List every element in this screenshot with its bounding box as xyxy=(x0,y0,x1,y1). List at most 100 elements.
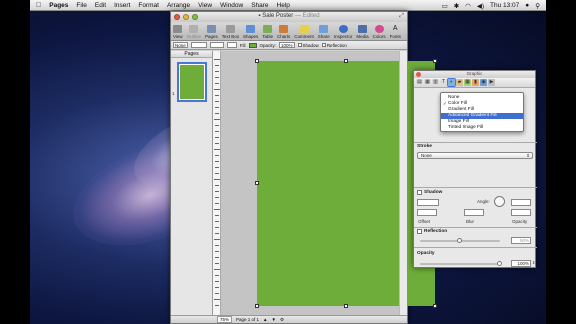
toolbar-table-button[interactable]: Table xyxy=(262,25,273,39)
bluetooth-icon[interactable]: ✱ xyxy=(454,2,459,10)
stroke-style-popup[interactable]: None xyxy=(173,42,188,48)
menu-bar:  Pages File Edit Insert Format Arrange … xyxy=(30,0,546,11)
stepper-icon[interactable]: ⇕ xyxy=(532,260,535,265)
toolbar-charts-button[interactable]: Charts xyxy=(277,25,290,39)
volume-icon[interactable]: ◀) xyxy=(477,2,484,10)
metrics-inspector-tab[interactable]: ▰ xyxy=(456,79,463,86)
toolbar-colors-button[interactable]: Colors xyxy=(373,25,386,39)
shadow-checkbox[interactable] xyxy=(297,42,302,47)
chart-inspector-tab[interactable]: ▮ xyxy=(472,79,479,86)
screen-mirror-icon[interactable]: ▭ xyxy=(442,2,448,10)
resize-handle-bottom[interactable] xyxy=(344,304,348,308)
menu-edit[interactable]: Edit xyxy=(95,2,106,9)
ruler-tick xyxy=(215,263,219,264)
shadow-color-well[interactable] xyxy=(417,199,439,206)
menu-window[interactable]: Window xyxy=(220,2,243,9)
resize-handle-left[interactable] xyxy=(255,181,259,185)
toolbar-textbox-button[interactable]: Text Box xyxy=(222,25,239,39)
resize-handle-top[interactable] xyxy=(344,59,348,63)
reflection-checkbox[interactable] xyxy=(321,42,326,47)
document-name: Sale Poster xyxy=(262,13,294,19)
resize-handle-top-left[interactable] xyxy=(255,59,259,63)
popup-arrows-icon: ⇕ xyxy=(526,153,530,158)
text-inspector-tab[interactable]: T xyxy=(440,79,447,86)
toolbar-share-button[interactable]: Share xyxy=(318,25,330,39)
table-icon xyxy=(263,25,273,33)
ruler-tick xyxy=(215,143,219,144)
table-inspector-tab[interactable]: ▦ xyxy=(464,79,471,86)
view-icon xyxy=(173,25,183,33)
stroke-popup[interactable]: None ⇕ xyxy=(417,152,533,159)
clock[interactable]: Thu 13:07 xyxy=(490,2,519,9)
angle-wheel[interactable] xyxy=(494,196,505,207)
reflection-slider-knob[interactable] xyxy=(457,238,462,243)
fill-color-well[interactable] xyxy=(248,42,257,48)
ruler-tick xyxy=(215,233,219,234)
ruler-tick xyxy=(215,251,219,252)
user-icon[interactable]: ● xyxy=(525,2,529,9)
fill-option-tinted-image-fill[interactable]: Tinted Image Fill xyxy=(441,125,523,131)
menu-view[interactable]: View xyxy=(198,2,212,9)
title-bar[interactable]: ▪ Sale Poster — Edited ⤢ xyxy=(171,12,407,22)
resize-handle-bottom-left[interactable] xyxy=(255,304,259,308)
shadow-opacity-field[interactable] xyxy=(511,209,531,216)
opacity-slider[interactable] xyxy=(420,263,500,265)
document-inspector-tab[interactable]: ▤ xyxy=(416,79,423,86)
opacity-slider-knob[interactable] xyxy=(497,261,502,266)
page-nav-down-icon[interactable]: ▼ xyxy=(272,317,276,322)
menu-format[interactable]: Format xyxy=(138,2,159,9)
toolbar-pages-button[interactable]: Pages xyxy=(205,25,218,39)
reflection-toggle[interactable]: Reflection xyxy=(321,42,347,48)
inspector-title-bar[interactable]: Graphic xyxy=(414,71,535,78)
ruler-tick xyxy=(215,245,219,246)
toolbar-shapes-button[interactable]: Shapes xyxy=(243,25,258,39)
shadow-checkbox[interactable] xyxy=(417,190,422,195)
opacity-field[interactable]: 100% xyxy=(511,260,531,267)
zoom-popup[interactable]: 75% xyxy=(217,316,233,323)
stroke-width-field[interactable] xyxy=(190,42,207,48)
toolbar-outline-button[interactable]: Outline xyxy=(187,25,201,39)
quicktime-inspector-tab[interactable]: ▶ xyxy=(488,79,495,86)
angle-field[interactable] xyxy=(511,199,531,206)
opacity-field[interactable]: 100% xyxy=(279,42,295,48)
vertical-scrollbar[interactable] xyxy=(399,51,407,316)
layout-inspector-tab[interactable]: ▦ xyxy=(424,79,431,86)
ruler-tick xyxy=(215,287,219,288)
stroke-color-well[interactable] xyxy=(226,42,237,48)
line-style-popup[interactable] xyxy=(209,42,224,48)
blur-field[interactable] xyxy=(464,209,484,216)
wrap-inspector-tab[interactable]: ▥ xyxy=(432,79,439,86)
apple-menu-icon[interactable]:  xyxy=(36,2,41,9)
inspector-icon xyxy=(338,25,348,33)
menu-app-name[interactable]: Pages xyxy=(49,2,68,9)
ruler-tick xyxy=(215,185,219,186)
toolbar-fonts-button[interactable]: A Fonts xyxy=(390,25,401,39)
wifi-icon[interactable]: ◠ xyxy=(465,2,471,10)
toolbar-view-button[interactable]: View xyxy=(173,25,183,39)
shapes-icon xyxy=(246,25,256,33)
toolbar-comment-button[interactable]: Comment xyxy=(294,25,314,39)
fullscreen-icon[interactable]: ⤢ xyxy=(399,13,404,20)
toolbar-inspector-button[interactable]: Inspector xyxy=(334,25,352,39)
link-inspector-tab[interactable]: ◉ xyxy=(480,79,487,86)
graphic-inspector-tab[interactable]: ◐ xyxy=(447,78,456,87)
page-nav-up-icon[interactable]: ▲ xyxy=(263,317,267,322)
page-thumbnail[interactable] xyxy=(177,62,207,102)
ruler-tick xyxy=(215,155,219,156)
resize-handle-top-right[interactable] xyxy=(433,59,437,63)
reflection-field[interactable]: 50% xyxy=(511,237,531,244)
page-shape[interactable] xyxy=(255,59,437,308)
shadow-toggle[interactable]: Shadow xyxy=(297,42,319,48)
inspector-close-button[interactable] xyxy=(416,72,421,77)
reflection-checkbox[interactable] xyxy=(417,229,422,234)
menu-help[interactable]: Help xyxy=(277,2,290,9)
menu-arrange[interactable]: Arrange xyxy=(167,2,190,9)
spotlight-search-icon[interactable]: ⚲ xyxy=(535,2,540,10)
resize-handle-bottom-right[interactable] xyxy=(433,304,437,308)
offset-field[interactable] xyxy=(417,209,437,216)
menu-share[interactable]: Share xyxy=(251,2,268,9)
menu-insert[interactable]: Insert xyxy=(114,2,130,9)
action-gear-icon[interactable]: ⚙ xyxy=(280,317,284,323)
menu-file[interactable]: File xyxy=(76,2,86,9)
toolbar-media-button[interactable]: Media xyxy=(356,25,369,39)
